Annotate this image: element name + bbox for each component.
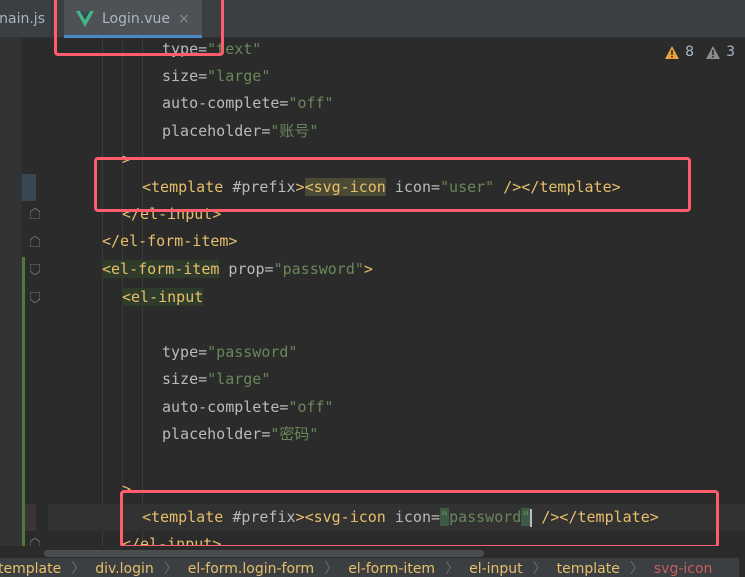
breadcrumb-item[interactable]: svg-icon (650, 561, 717, 577)
code-line: auto-complete="off" (162, 94, 334, 112)
annotation-box-password-template (120, 490, 719, 548)
warning-icon (665, 45, 680, 59)
inspection-widget[interactable]: 8 3 (665, 44, 735, 60)
fold-marker-icon[interactable] (30, 208, 40, 219)
chevron-right-icon: 〉 (532, 561, 547, 577)
code-line: </el-form-item> (102, 232, 238, 250)
horizontal-scrollbar[interactable] (0, 546, 745, 558)
fold-marker-icon[interactable] (30, 236, 40, 247)
gutter-caret-row-marker (22, 174, 36, 201)
warnings-count: 8 (685, 44, 695, 60)
chevron-right-icon: 〉 (445, 561, 460, 577)
breadcrumb-item[interactable]: el-input (465, 561, 527, 577)
code-line: placeholder="账号" (162, 122, 319, 140)
tab-main-js[interactable]: nain.js (0, 0, 52, 38)
code-line: size="large" (162, 67, 271, 85)
chevron-right-icon: 〉 (629, 561, 644, 577)
fold-marker-icon[interactable] (30, 264, 40, 275)
code-line: size="large" (162, 370, 271, 388)
chevron-right-icon: 〉 (71, 561, 86, 577)
breadcrumb: template 〉 div.login 〉 el-form.login-for… (0, 558, 739, 577)
annotation-box-user-template (94, 157, 691, 212)
fold-marker-icon[interactable] (30, 292, 40, 303)
weak-warning-icon (706, 45, 721, 59)
breadcrumb-item[interactable]: div.login (91, 561, 158, 577)
breadcrumb-item[interactable]: template (0, 561, 65, 577)
code-line: <el-input (122, 288, 204, 306)
indent-guide (102, 38, 103, 548)
scrollbar-thumb[interactable] (44, 550, 484, 557)
breadcrumb-item[interactable]: el-form.login-form (184, 561, 318, 577)
vcs-change-marker[interactable] (22, 257, 25, 547)
chevron-right-icon: 〉 (163, 561, 178, 577)
weak-warnings-count: 3 (726, 44, 735, 60)
breadcrumb-item[interactable]: el-form-item (344, 561, 439, 577)
code-line: type="password" (162, 343, 298, 361)
code-line: auto-complete="off" (162, 398, 334, 416)
code-line: placeholder="密码" (162, 425, 319, 443)
chevron-right-icon: 〉 (324, 561, 339, 577)
code-line: <el-form-item prop="password"> (102, 260, 373, 278)
line-number-gutter[interactable] (0, 38, 22, 560)
breadcrumb-item[interactable]: template (553, 561, 624, 577)
tab-main-js-label: nain.js (0, 11, 45, 27)
annotation-box-tab (54, 0, 224, 56)
